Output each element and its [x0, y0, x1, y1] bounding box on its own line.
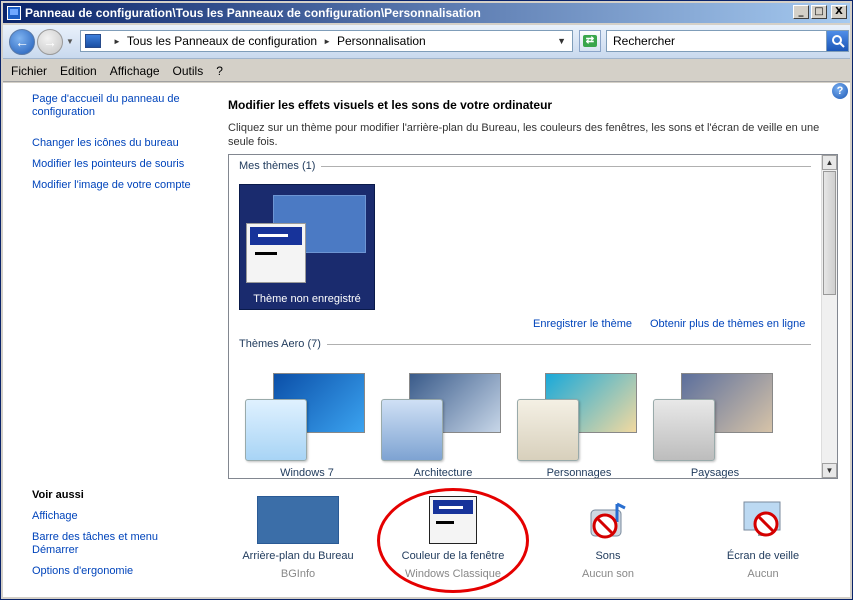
theme-paysages-label: Paysages — [690, 467, 740, 479]
menu-help[interactable]: ? — [216, 64, 223, 78]
architecture-color-swatch — [381, 399, 443, 461]
screensaver-value: Aucun — [747, 568, 779, 580]
close-button[interactable]: X — [831, 5, 847, 19]
theme-personnages[interactable]: Personnages — [515, 369, 645, 479]
back-button[interactable]: ← — [9, 28, 35, 55]
link-change-desktop-icons[interactable]: Changer les icônes du bureau — [32, 137, 202, 150]
help-icon[interactable]: ? — [832, 83, 848, 99]
window: Panneau de configuration\Tous les Pannea… — [0, 0, 853, 600]
content-area: Page d'accueil du panneau de configurati… — [3, 83, 850, 597]
theme-architecture[interactable]: Architecture — [379, 369, 509, 479]
themes-list[interactable]: Mes thèmes (1) Thème non enregistré Enre… — [228, 154, 838, 479]
desktop-background-button[interactable]: Arrière-plan du Bureau BGInfo — [228, 488, 368, 588]
menu-fichier[interactable]: Fichier — [11, 64, 47, 78]
theme-architecture-label: Architecture — [413, 467, 473, 479]
address-bar[interactable]: ► Tous les Panneaux de configuration ► P… — [80, 30, 573, 52]
forward-button[interactable]: → — [37, 28, 63, 55]
desktop-background-icon — [257, 496, 339, 544]
search-input[interactable]: Rechercher — [607, 34, 675, 48]
minimize-button[interactable]: _ — [793, 5, 809, 19]
windows7-color-swatch — [245, 399, 307, 461]
personnages-color-swatch — [517, 399, 579, 461]
page-title: Modifier les effets visuels et les sons … — [228, 98, 553, 112]
link-mouse-pointers[interactable]: Modifier les pointeurs de souris — [32, 158, 202, 171]
theme-preview-window — [246, 223, 306, 283]
theme-paysages[interactable]: Paysages — [651, 369, 781, 479]
page-description: Cliquez sur un thème pour modifier l'arr… — [228, 122, 820, 148]
sounds-button[interactable]: Sons Aucun son — [538, 488, 678, 588]
menu-edition[interactable]: Edition — [60, 64, 97, 78]
theme-windows7-label: Windows 7 — [280, 467, 334, 479]
search-icon — [831, 35, 845, 48]
theme-unsaved-label: Thème non enregistré — [253, 293, 361, 305]
theme-unsaved[interactable]: Thème non enregistré — [239, 184, 375, 310]
address-toolbar: ← → ▼ ► Tous les Panneaux de configurati… — [3, 25, 850, 59]
address-dropdown-icon[interactable]: ▼ — [557, 36, 566, 46]
breadcrumb-chevron-icon[interactable]: ► — [323, 37, 331, 46]
breadcrumb-all-panels[interactable]: Tous les Panneaux de configuration — [127, 34, 317, 48]
paysages-color-swatch — [653, 399, 715, 461]
save-theme-link[interactable]: Enregistrer le thème — [533, 318, 632, 330]
refresh-icon: ⇄ — [583, 35, 597, 47]
sounds-muted-icon — [590, 502, 626, 539]
desktop-background-value: BGInfo — [280, 568, 316, 580]
breadcrumb-personalisation[interactable]: Personnalisation — [337, 34, 426, 48]
scroll-down-arrow-icon[interactable]: ▼ — [822, 463, 837, 478]
window-title: Panneau de configuration\Tous les Pannea… — [25, 6, 481, 20]
highlight-annotation — [377, 488, 529, 593]
link-taskbar-start[interactable]: Barre des tâches et menu Démarrer — [32, 531, 172, 557]
aero-themes-header: Thèmes Aero (7) — [239, 338, 321, 350]
see-also-heading: Voir aussi — [32, 489, 84, 501]
more-themes-online-link[interactable]: Obtenir plus de thèmes en ligne — [650, 318, 805, 330]
control-panel-icon — [7, 6, 21, 20]
link-account-picture[interactable]: Modifier l'image de votre compte — [32, 179, 202, 192]
breadcrumb-chevron-icon[interactable]: ► — [113, 37, 121, 46]
theme-settings-bar: Arrière-plan du Bureau BGInfo Couleur de… — [228, 488, 840, 593]
search-button[interactable] — [826, 31, 848, 51]
title-bar[interactable]: Panneau de configuration\Tous les Pannea… — [3, 3, 850, 23]
my-themes-header: Mes thèmes (1) — [239, 160, 316, 172]
my-themes-group: Mes thèmes (1) — [239, 160, 811, 172]
screensaver-off-icon — [743, 501, 781, 537]
link-ease-of-access[interactable]: Options d'ergonomie — [32, 565, 202, 578]
recent-pages-dropdown-icon[interactable]: ▼ — [66, 37, 74, 46]
theme-personnages-label: Personnages — [546, 467, 612, 479]
sounds-value: Aucun son — [582, 568, 634, 580]
scroll-thumb[interactable] — [823, 171, 836, 295]
search-field[interactable]: Rechercher — [606, 30, 849, 52]
screensaver-button[interactable]: Écran de veille Aucun — [693, 488, 833, 588]
link-control-panel-home[interactable]: Page d'accueil du panneau de configurati… — [32, 93, 202, 119]
menu-affichage[interactable]: Affichage — [110, 64, 160, 78]
link-display[interactable]: Affichage — [32, 510, 202, 523]
menu-outils[interactable]: Outils — [173, 64, 204, 78]
aero-themes-group: Thèmes Aero (7) — [239, 338, 811, 350]
screensaver-label: Écran de veille — [726, 550, 800, 562]
sounds-label: Sons — [595, 550, 621, 562]
control-panel-icon — [85, 34, 101, 48]
desktop-background-label: Arrière-plan du Bureau — [242, 550, 354, 562]
theme-windows7[interactable]: Windows 7 — [243, 369, 373, 479]
scroll-up-arrow-icon[interactable]: ▲ — [822, 155, 837, 170]
maximize-button[interactable]: □ — [811, 5, 827, 19]
menu-bar: Fichier Edition Affichage Outils ? — [3, 60, 850, 82]
themes-scrollbar[interactable]: ▲ ▼ — [821, 155, 837, 478]
refresh-button[interactable]: ⇄ — [579, 30, 601, 52]
left-pane: Page d'accueil du panneau de configurati… — [3, 83, 213, 597]
